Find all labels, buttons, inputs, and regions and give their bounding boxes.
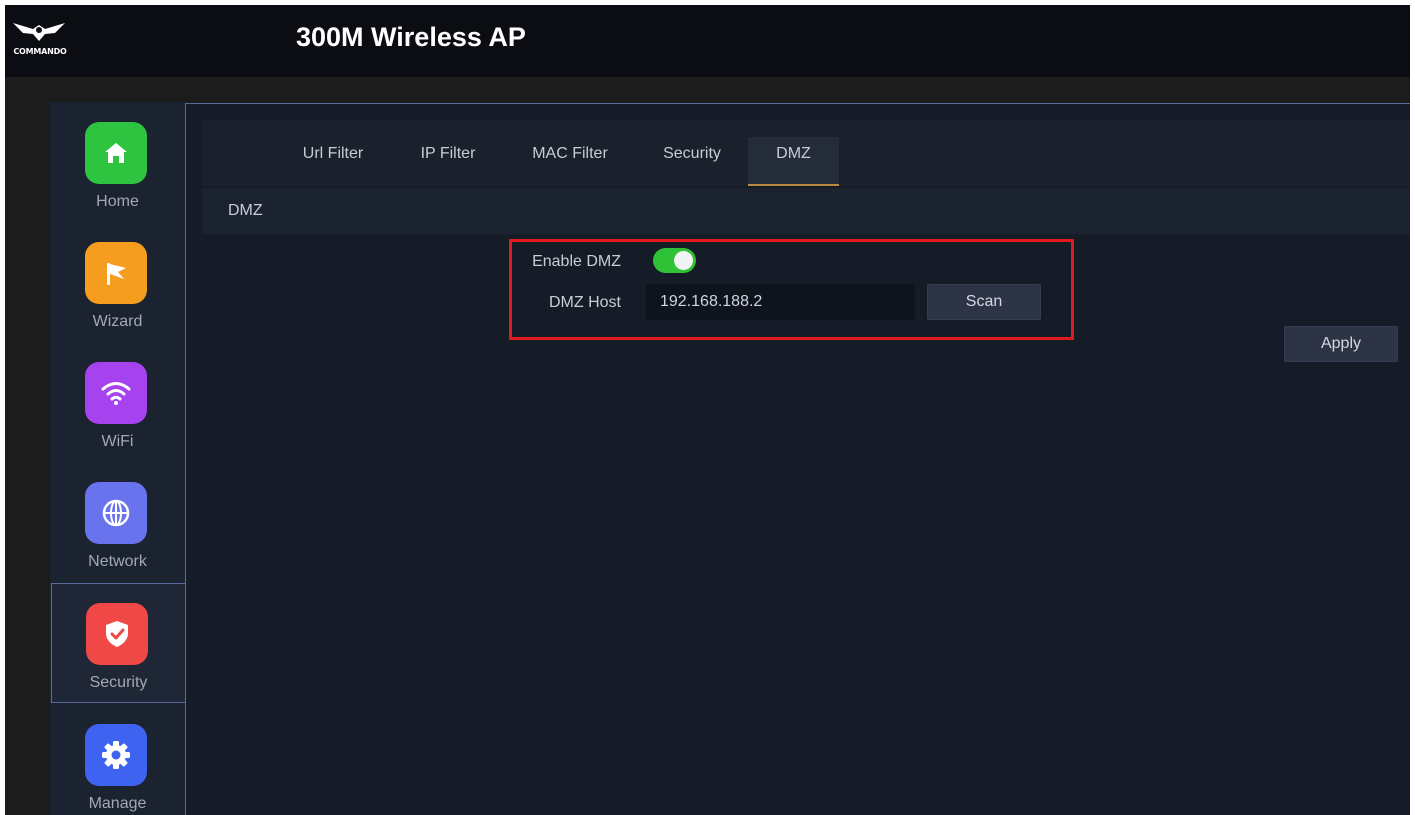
enable-dmz-toggle[interactable] xyxy=(653,248,696,273)
wifi-icon xyxy=(85,362,147,424)
flag-icon xyxy=(85,242,147,304)
dmz-host-label: DMZ Host xyxy=(549,294,621,311)
sidebar-item-label: Network xyxy=(88,553,147,570)
section-header: DMZ xyxy=(202,188,1410,234)
apply-button[interactable]: Apply xyxy=(1284,326,1398,362)
sidebar-item-home[interactable]: Home xyxy=(50,102,185,222)
section-title: DMZ xyxy=(228,202,263,219)
dmz-host-input[interactable] xyxy=(646,284,915,320)
top-header: COMMANDO 300M Wireless AP xyxy=(5,5,1410,77)
shield-check-icon xyxy=(86,603,148,665)
sidebar-item-label: Manage xyxy=(88,795,147,812)
main-panel: Url Filter IP Filter MAC Filter Security… xyxy=(185,103,1410,815)
sidebar-item-label: WiFi xyxy=(101,433,134,450)
sidebar-item-label: Security xyxy=(89,674,148,691)
tab-url-filter[interactable]: Url Filter xyxy=(290,137,376,186)
scan-button[interactable]: Scan xyxy=(927,284,1041,320)
tab-dmz[interactable]: DMZ xyxy=(748,137,839,186)
toggle-knob xyxy=(674,251,693,270)
enable-dmz-label: Enable DMZ xyxy=(532,253,621,270)
sidebar-item-security[interactable]: Security xyxy=(51,583,185,703)
sidebar-item-label: Wizard xyxy=(92,313,143,330)
home-icon xyxy=(85,122,147,184)
gear-icon xyxy=(85,724,147,786)
sidebar-item-manage[interactable]: Manage xyxy=(50,704,185,815)
app-title: 300M Wireless AP xyxy=(296,22,526,52)
tab-bar: Url Filter IP Filter MAC Filter Security… xyxy=(202,120,1410,186)
globe-icon xyxy=(85,482,147,544)
sidebar-item-wizard[interactable]: Wizard xyxy=(50,222,185,342)
sidebar-item-network[interactable]: Network xyxy=(50,462,185,582)
sidebar: Home Wizard WiFi Network Security Manage xyxy=(50,102,185,815)
brand-logo: COMMANDO xyxy=(11,17,67,61)
brand-logo-text: COMMANDO xyxy=(13,47,67,56)
tab-ip-filter[interactable]: IP Filter xyxy=(408,137,488,186)
sidebar-item-label: Home xyxy=(96,193,139,210)
tab-mac-filter[interactable]: MAC Filter xyxy=(520,137,620,186)
app-window: COMMANDO 300M Wireless AP Home Wizard Wi… xyxy=(5,5,1410,815)
eagle-emblem-icon xyxy=(13,23,65,41)
tab-security[interactable]: Security xyxy=(652,137,732,186)
sidebar-item-wifi[interactable]: WiFi xyxy=(50,342,185,462)
